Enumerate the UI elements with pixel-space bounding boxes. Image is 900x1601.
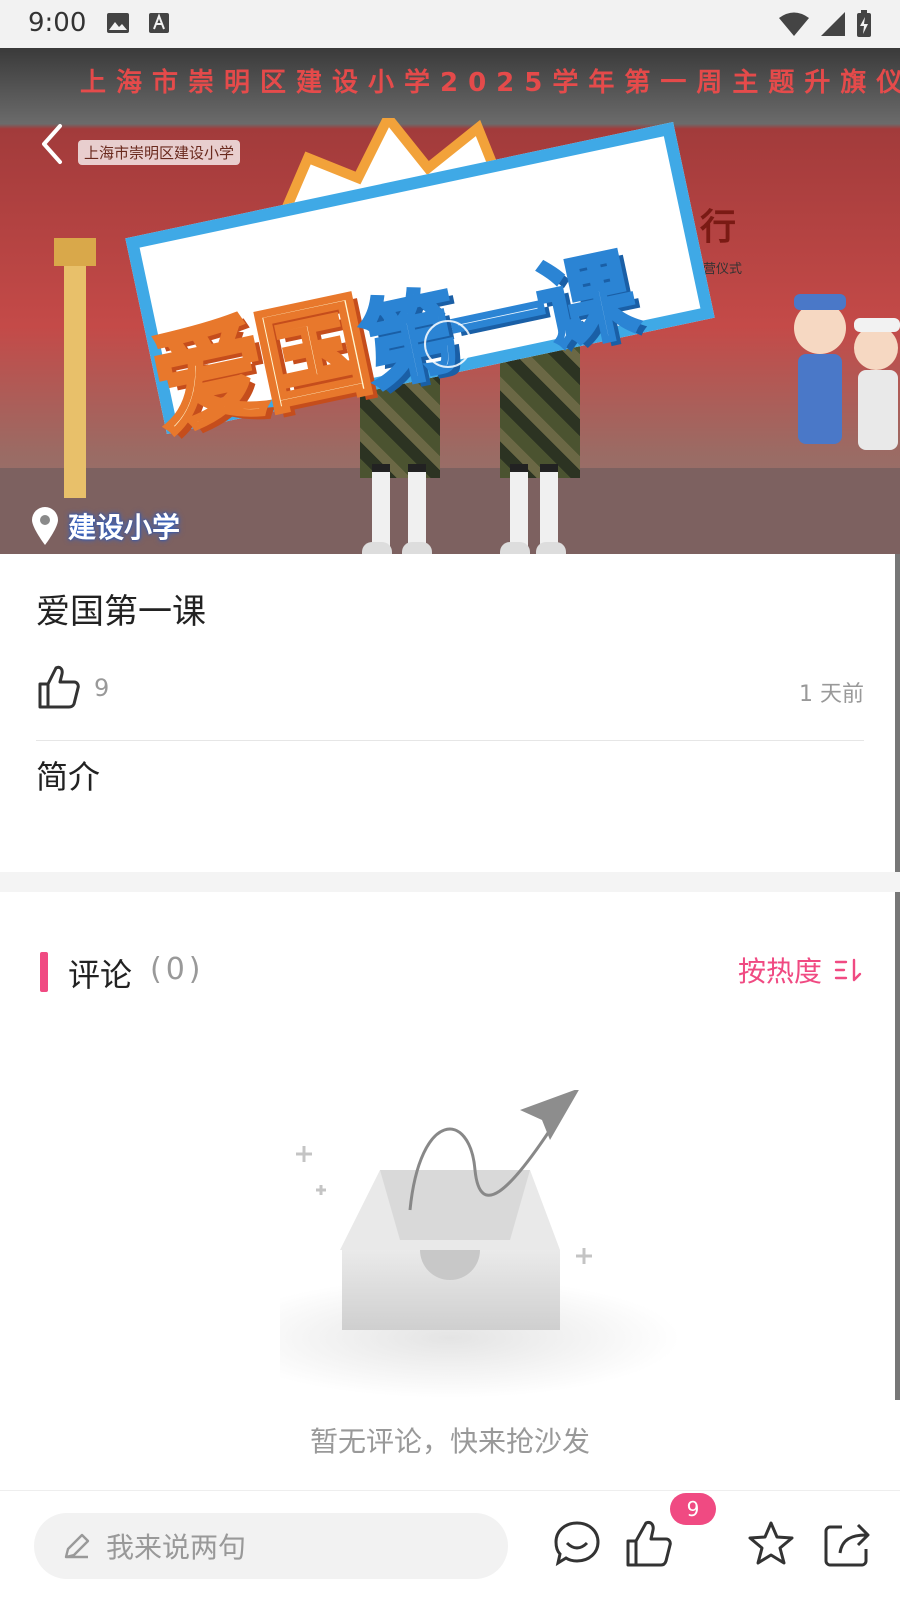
comments-header: 评论 (0) 按热度 xyxy=(40,944,864,1004)
kid-shoe xyxy=(536,542,566,554)
comments-count: (0) xyxy=(150,952,205,987)
star-icon[interactable] xyxy=(746,1519,796,1569)
back-arrow-icon[interactable] xyxy=(34,120,74,168)
comment-icon[interactable] xyxy=(552,1519,602,1569)
kid-leg xyxy=(372,464,390,550)
location-tag: 建设小学 xyxy=(30,506,180,546)
empty-comments-text: 暂无评论，快来抢沙发 xyxy=(309,1425,590,1458)
sort-icon xyxy=(834,958,862,982)
status-bar: 9:00 xyxy=(0,0,900,48)
video-player[interactable]: 上海市崇明区建设小学2025学年第一周主题升旗仪式 上海市崇明区建设小学 行 开… xyxy=(0,48,900,554)
like-row: 9 1 天前 xyxy=(36,664,864,712)
post-time: 1 天前 xyxy=(799,682,864,707)
image-icon xyxy=(107,13,129,33)
divider xyxy=(36,740,864,741)
cartoon-soldiers xyxy=(794,294,900,450)
location-pin-icon xyxy=(32,507,58,545)
accent-bar xyxy=(40,952,48,992)
status-icons-right xyxy=(778,10,872,38)
video-banner-text: 上海市崇明区建设小学2025学年第一周主题升旗仪式 xyxy=(80,68,900,98)
scrollbar[interactable] xyxy=(895,554,900,1400)
kid-leg xyxy=(510,464,528,550)
share-icon[interactable] xyxy=(822,1519,872,1569)
loading-spinner-icon xyxy=(424,320,472,368)
kid-leg xyxy=(408,464,426,550)
bottom-action-bar: 我来说两句 9 xyxy=(0,1490,900,1601)
section-separator xyxy=(0,872,900,892)
comments-label: 评论 xyxy=(68,956,133,994)
font-download-icon xyxy=(149,13,169,33)
pencil-icon xyxy=(64,1533,90,1559)
kid-shoe xyxy=(500,542,530,554)
title-sticker: 爱国第一课 xyxy=(125,118,728,454)
kid-shoe xyxy=(402,542,432,554)
status-icons-left xyxy=(106,12,170,34)
empty-box-illustration xyxy=(280,1090,680,1398)
intro-label: 简介 xyxy=(36,758,101,796)
like-count-badge: 9 xyxy=(670,1493,716,1525)
video-title: 爱国第一课 xyxy=(36,592,206,632)
like-count: 9 xyxy=(94,674,110,702)
kid-leg xyxy=(540,464,558,550)
sort-by-hot-button[interactable]: 按热度 xyxy=(738,950,864,990)
comment-input-placeholder: 我来说两句 xyxy=(106,1531,247,1564)
comment-input[interactable]: 我来说两句 xyxy=(34,1513,508,1579)
battery-charging-icon xyxy=(857,10,871,37)
sort-label: 按热度 xyxy=(737,955,822,988)
cell-signal-icon xyxy=(821,12,845,36)
thumbs-up-icon[interactable] xyxy=(36,664,80,710)
sticker-title-part-a: 爱国 xyxy=(140,279,378,454)
kid-shoe xyxy=(362,542,392,554)
sticker-title-part-b: 第一课 xyxy=(350,237,641,407)
location-label: 建设小学 xyxy=(68,511,181,544)
wifi-icon xyxy=(779,12,809,36)
status-time: 9:00 xyxy=(28,8,87,38)
monument-illustration xyxy=(54,238,96,498)
like-button-icon[interactable] xyxy=(624,1519,674,1569)
